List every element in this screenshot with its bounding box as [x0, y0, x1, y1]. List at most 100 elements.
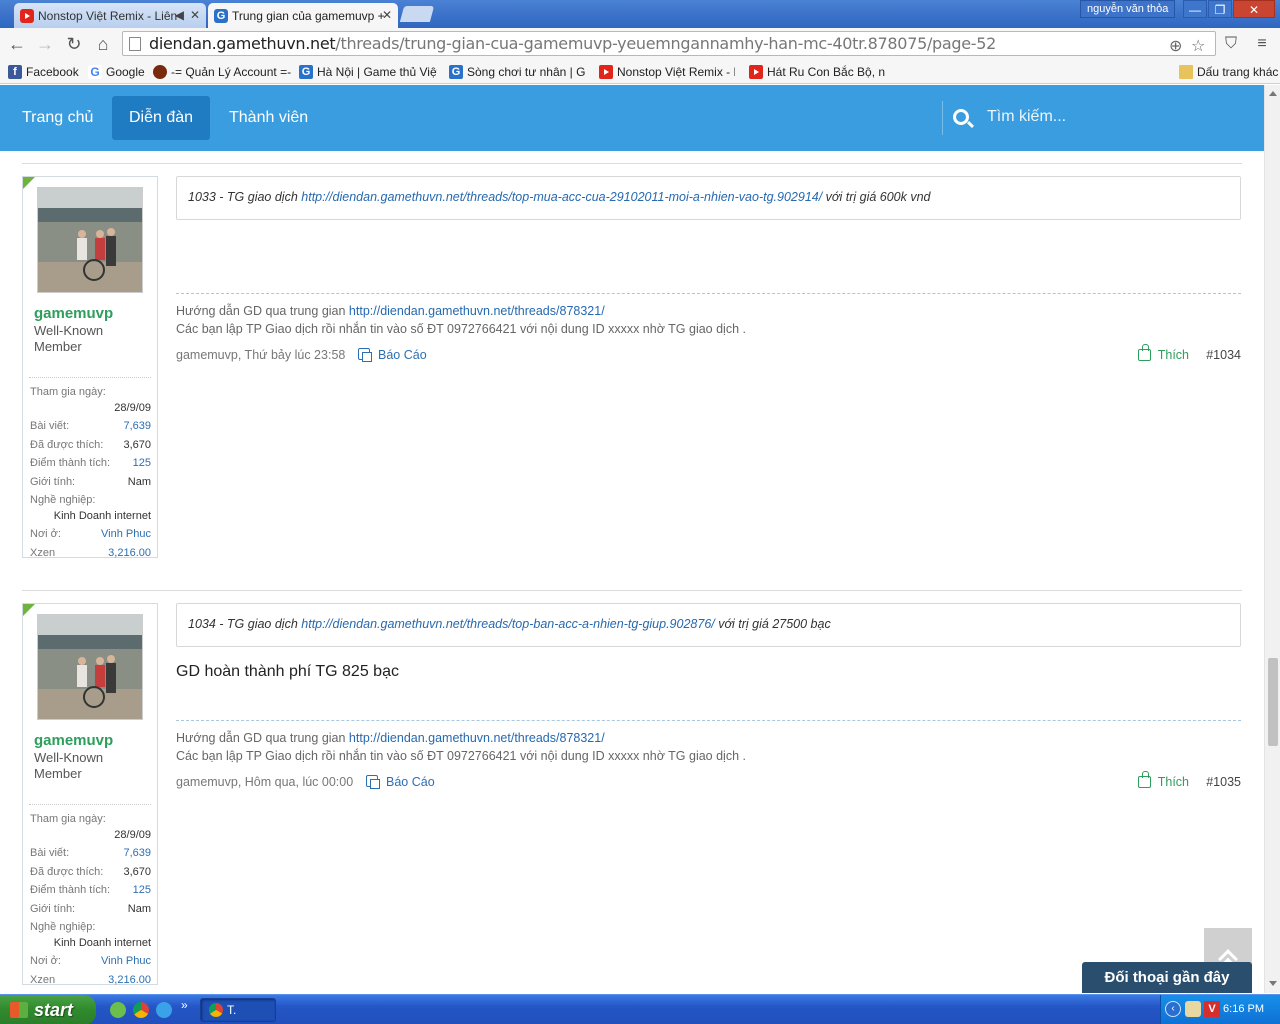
antivirus-icon[interactable]: V [1204, 1001, 1220, 1017]
youtube-icon [749, 65, 763, 79]
menu-icon[interactable]: ≡ [1251, 33, 1273, 55]
bookmark-hat-ru[interactable]: Hát Ru Con Bắc Bộ, nhữ [749, 63, 885, 81]
stat-value[interactable]: 125 [133, 884, 151, 896]
tab-close-icon[interactable]: ✕ [382, 8, 392, 22]
google-icon: G [88, 65, 102, 79]
post-author-date[interactable]: gamemuvp, Thứ bảy lúc 23:58 [176, 348, 345, 362]
gamethuvn-icon: G [299, 65, 313, 79]
start-button[interactable]: start [0, 995, 96, 1024]
post-author-date[interactable]: gamemuvp, Hôm qua, lúc 00:00 [176, 775, 353, 789]
home-icon[interactable]: ⌂ [92, 33, 114, 55]
username[interactable]: gamemuvp [34, 732, 113, 749]
stat-value[interactable]: 7,639 [123, 420, 151, 432]
stat-value[interactable]: 7,639 [123, 847, 151, 859]
tray-app-icon[interactable] [1185, 1001, 1201, 1017]
user-title: Well-Known Member [34, 323, 104, 354]
recent-conversations-bar[interactable]: Đối thoại gần đây [1082, 962, 1252, 993]
like-button[interactable]: Thích [1137, 344, 1189, 362]
bookmark-hanoi[interactable]: G Hà Nội | Game thủ Việt N [299, 63, 437, 81]
nav-home[interactable]: Trang chủ [5, 96, 110, 140]
stat-label: Đã được thích: [30, 865, 104, 878]
stat-label: Nơi ở: [30, 955, 61, 967]
online-indicator [23, 177, 35, 189]
stat-label: Nghề nghiệp: [30, 921, 96, 933]
bookmark-label: Hát Ru Con Bắc Bộ, nhữ [767, 65, 885, 79]
other-bookmarks[interactable]: Dấu trang khác [1179, 63, 1278, 81]
stat-label: Điểm thành tích: [30, 884, 111, 896]
user-info-box: gamemuvp Well-Known Member Tham gia ngày… [22, 176, 158, 559]
stat-label: Xzen [30, 973, 56, 986]
tab-title: Trung gian của gamemuvp + [232, 8, 385, 23]
stat-value[interactable]: Vinh Phuc [101, 528, 151, 540]
scroll-down-icon[interactable] [1269, 981, 1277, 986]
scroll-up-icon[interactable] [1269, 91, 1277, 96]
game-icon [153, 65, 167, 79]
signature-line: Các bạn lập TP Giao dịch rồi nhắn tin và… [176, 749, 746, 763]
taskbar-chrome-window[interactable]: T. [200, 998, 276, 1022]
stat-location: Nơi ở: Vinh Phuc [29, 953, 151, 972]
minimize-button[interactable]: — [1183, 0, 1207, 18]
site-search[interactable]: Tìm kiếm... [942, 101, 1264, 135]
close-window-button[interactable]: ✕ [1233, 0, 1275, 18]
stat-label: Bài viết: [30, 847, 70, 859]
like-button[interactable]: Thích [1137, 771, 1189, 789]
shield-extension-icon[interactable]: ⛉ [1220, 33, 1242, 55]
forward-arrow-icon[interactable]: → [34, 33, 56, 55]
quote-link[interactable]: http://diendan.gamethuvn.net/threads/top… [301, 190, 822, 204]
nav-forums[interactable]: Diễn đàn [112, 96, 211, 140]
report-button[interactable]: Báo Cáo [366, 775, 435, 789]
zoom-icon[interactable]: ⊕ [1169, 34, 1182, 55]
tab-close-icon[interactable]: ✕ [190, 8, 200, 22]
address-bar[interactable]: diendan.gamethuvn.net/threads/trung-gian… [122, 31, 1216, 56]
stat-location: Nơi ở: Vinh Phuc [29, 526, 151, 545]
stat-points: Điểm thành tích: 125 [29, 455, 151, 474]
browser-titlebar: Nonstop Việt Remix - Liên ◀ ✕ G Trung gi… [0, 0, 1280, 28]
bookmark-label: -= Quản Lý Account =- [171, 65, 292, 79]
nav-members[interactable]: Thành viên [212, 96, 325, 140]
browser-tab-youtube[interactable]: Nonstop Việt Remix - Liên ◀ ✕ [14, 3, 206, 28]
report-label: Báo Cáo [386, 775, 435, 789]
post-number[interactable]: #1035 [1206, 775, 1241, 789]
report-button[interactable]: Báo Cáo [358, 348, 427, 362]
signature-link[interactable]: http://diendan.gamethuvn.net/threads/878… [349, 731, 605, 745]
bookmark-account[interactable]: -= Quản Lý Account =- [153, 63, 291, 81]
avatar[interactable] [37, 187, 143, 293]
reload-icon[interactable]: ↻ [63, 33, 85, 55]
bookmark-star-icon[interactable]: ☆ [1191, 34, 1205, 55]
username[interactable]: gamemuvp [34, 305, 113, 322]
post-number[interactable]: #1034 [1206, 348, 1241, 362]
page-viewport: Trang chủ Diễn đàn Thành viên Tìm kiếm..… [0, 85, 1264, 993]
stat-value[interactable]: 3,216.00 [108, 547, 151, 559]
profile-badge[interactable]: nguyễn văn thỏa [1080, 0, 1176, 18]
browser-tab-active[interactable]: G Trung gian của gamemuvp + ✕ [208, 3, 398, 28]
stat-value[interactable]: Vinh Phuc [101, 955, 151, 967]
tray-expand-icon[interactable]: ‹ [1165, 1001, 1181, 1017]
user-stats: Tham gia ngày: 28/9/09 Bài viết: 7,639 Đã … [29, 804, 151, 990]
bookmark-song-choi[interactable]: G Sòng chơi tư nhân | Gan [449, 63, 585, 81]
quote-link[interactable]: http://diendan.gamethuvn.net/threads/top… [301, 617, 714, 631]
ie-icon[interactable] [156, 1002, 172, 1018]
chrome-icon[interactable] [133, 1002, 149, 1018]
avatar[interactable] [37, 614, 143, 720]
page-scrollbar[interactable] [1264, 85, 1280, 993]
stat-xzen: Xzen 3,216.00 [29, 545, 151, 564]
stat-value[interactable]: 3,216.00 [108, 974, 151, 986]
bookmark-google[interactable]: G Google [88, 63, 145, 81]
scroll-thumb[interactable] [1268, 658, 1278, 746]
new-tab-button[interactable] [399, 6, 435, 22]
bookmark-nonstop[interactable]: Nonstop Việt Remix - Liê [599, 63, 735, 81]
quote-text: 1034 - TG giao dịch [188, 617, 302, 631]
quick-launch-more[interactable]: » [181, 998, 188, 1012]
stat-label: Xzen [30, 546, 56, 559]
url-path: /threads/trung-gian-cua-gamemuvp-yeuemng… [335, 34, 997, 53]
bookmarks-bar: f Facebook G Google -= Quản Lý Account =- … [0, 59, 1280, 84]
bookmark-facebook[interactable]: f Facebook [8, 63, 79, 81]
quick-launch-icon[interactable] [110, 1002, 126, 1018]
back-arrow-icon[interactable]: ← [6, 33, 28, 55]
signature-link[interactable]: http://diendan.gamethuvn.net/threads/878… [349, 304, 605, 318]
gamethuvn-icon: G [449, 65, 463, 79]
bookmark-label: Nonstop Việt Remix - Liê [617, 65, 735, 79]
stat-value[interactable]: 125 [133, 457, 151, 469]
stat-label: Bài viết: [30, 420, 70, 432]
restore-button[interactable]: ❐ [1208, 0, 1232, 18]
